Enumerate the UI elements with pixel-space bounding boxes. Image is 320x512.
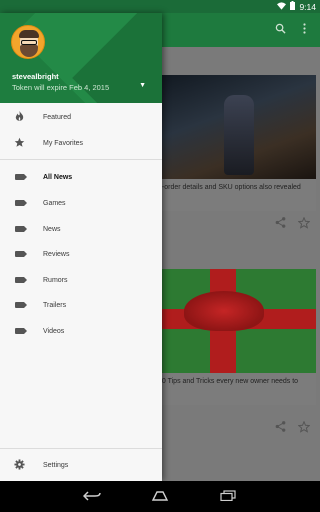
search-icon[interactable] [275, 23, 286, 37]
drawer-item-games[interactable]: Games [0, 191, 162, 215]
avatar[interactable] [11, 25, 45, 59]
tag-icon [13, 224, 27, 234]
status-time: 9:14 [299, 1, 316, 12]
drawer-item-label: Featured [43, 113, 72, 121]
status-bar: 9:14 [0, 0, 320, 13]
tag-icon [13, 326, 27, 336]
status-icons: 9:14 [277, 0, 316, 13]
news-card-actions [275, 420, 311, 436]
account-dropdown-icon[interactable]: ▼ [139, 82, 146, 89]
drawer-item-trailers[interactable]: Trailers [0, 293, 162, 317]
drawer-item-label: Rumors [43, 276, 68, 284]
star-icon[interactable] [297, 420, 311, 436]
drawer-item-settings[interactable]: Settings [0, 453, 162, 477]
news-card[interactable]: e-order details and SKU options also rev… [154, 75, 316, 229]
share-icon[interactable] [275, 421, 286, 436]
flame-icon [13, 110, 25, 124]
news-card-image [154, 269, 316, 373]
drawer-item-all-news[interactable]: All News [0, 165, 162, 189]
gear-icon [13, 458, 25, 472]
drawer-item-label: Games [43, 199, 66, 207]
recents-icon[interactable] [216, 489, 240, 504]
overflow-menu-icon[interactable] [303, 23, 306, 37]
tag-icon [13, 300, 27, 310]
divider [0, 448, 162, 449]
back-icon[interactable] [80, 489, 104, 504]
drawer-item-featured[interactable]: Featured [0, 105, 162, 129]
tag-icon [13, 275, 27, 285]
drawer-item-label: Settings [43, 461, 69, 469]
tag-icon [13, 172, 27, 182]
news-card[interactable]: 10 Tips and Tricks every new owner needs… [154, 269, 316, 433]
account-username: stevealbright [12, 72, 59, 81]
news-card-actions [275, 216, 311, 232]
news-card-title: e-order details and SKU options also rev… [158, 184, 301, 191]
battery-icon [290, 1, 296, 12]
drawer-item-label: News [43, 225, 61, 233]
divider [0, 159, 162, 160]
system-navigation-bar [0, 481, 320, 512]
drawer-item-label: My Favorites [43, 139, 84, 147]
drawer-item-label: Reviews [43, 250, 70, 258]
share-icon[interactable] [275, 217, 286, 232]
drawer-item-reviews[interactable]: Reviews [0, 242, 162, 266]
drawer-item-videos[interactable]: Videos [0, 319, 162, 343]
news-card-image [154, 75, 316, 179]
star-icon[interactable] [297, 216, 311, 232]
star-icon [13, 137, 25, 150]
tag-icon [13, 198, 27, 208]
drawer-item-my-favorites[interactable]: My Favorites [0, 131, 162, 155]
wifi-icon [277, 1, 287, 12]
drawer-item-news[interactable]: News [0, 217, 162, 241]
tag-icon [13, 249, 27, 259]
drawer-item-label: Trailers [43, 301, 67, 309]
drawer-item-label: All News [43, 173, 73, 181]
drawer-item-label: Videos [43, 327, 65, 335]
token-expiry: Token will expire Feb 4, 2015 [12, 83, 110, 92]
drawer-item-rumors[interactable]: Rumors [0, 268, 162, 292]
navigation-drawer: stevealbright Token will expire Feb 4, 2… [0, 13, 162, 481]
home-icon[interactable] [148, 489, 172, 504]
drawer-header[interactable]: stevealbright Token will expire Feb 4, 2… [0, 13, 162, 103]
news-card-title: 10 Tips and Tricks every new owner needs… [158, 378, 299, 385]
